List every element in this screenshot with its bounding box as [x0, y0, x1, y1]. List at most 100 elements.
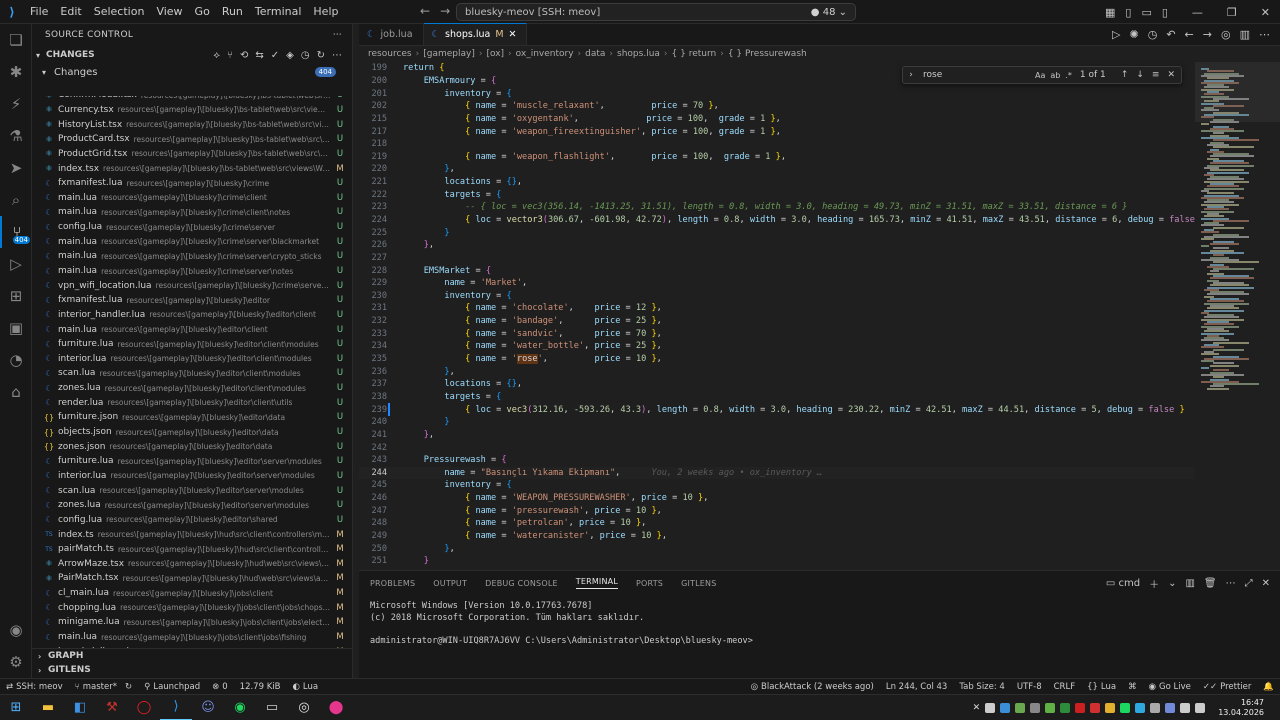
regex-icon[interactable]: .*: [1065, 71, 1072, 80]
panel-tab-debug-console[interactable]: DEBUG CONSOLE: [485, 579, 558, 588]
file-explorer-icon[interactable]: ▬: [32, 695, 64, 720]
file-row[interactable]: ☾ minigame.lua resources\[gameplay]\[blues…: [32, 615, 352, 630]
tray-cloud-icon[interactable]: [1150, 702, 1161, 713]
tab-job-lua[interactable]: ☾ job.lua: [359, 23, 424, 45]
tray-tool-icon[interactable]: ✕: [973, 703, 981, 713]
forward-arrow-icon[interactable]: →: [440, 4, 450, 18]
account-icon[interactable]: ◉: [0, 614, 32, 646]
compare-changes-icon[interactable]: ◎: [1221, 28, 1231, 41]
file-row[interactable]: TS pairMatch.ts resources\[gameplay]\[blue…: [32, 542, 352, 557]
file-row[interactable]: ⚛ index.tsx resources\[gameplay]\[bluesky]…: [32, 161, 352, 176]
file-row[interactable]: ☾ scan.lua resources\[gameplay]\[bluesky]\…: [32, 366, 352, 381]
extensions-spark-icon[interactable]: ✱: [0, 56, 32, 88]
tray-yellow-icon[interactable]: [1105, 702, 1116, 713]
file-row[interactable]: ☾ zones.lua resources\[gameplay]\[bluesky]…: [32, 381, 352, 396]
next-change-icon[interactable]: →: [1203, 28, 1212, 41]
file-row[interactable]: ⚛ ProductGrid.tsx resources\[gameplay]\[bl…: [32, 147, 352, 162]
remote-indicator[interactable]: ⇄ SSH: meov: [0, 681, 69, 692]
menu-selection[interactable]: Selection: [88, 5, 151, 18]
terminal-taskbar-icon[interactable]: ▭: [256, 695, 288, 720]
more-actions-icon[interactable]: ⋯: [1259, 28, 1270, 41]
more-icon[interactable]: ⋯: [332, 50, 342, 61]
breadcrumb-item[interactable]: [gameplay]: [423, 49, 475, 59]
launchpad-indicator[interactable]: ⚲ Launchpad: [138, 682, 206, 692]
menu-go[interactable]: Go: [189, 5, 216, 18]
breadcrumb-item[interactable]: ox_inventory: [516, 49, 574, 59]
eol[interactable]: CRLF: [1048, 682, 1081, 692]
explorer-icon[interactable]: ❏: [0, 24, 32, 56]
go-live[interactable]: ◉ Go Live: [1143, 682, 1197, 692]
file-row[interactable]: ☾ render.lua resources\[gameplay]\[bluesky…: [32, 395, 352, 410]
history-icon[interactable]: ◷: [301, 50, 310, 61]
tray-red2-icon[interactable]: [1090, 702, 1101, 713]
toggle-secondary-icon[interactable]: ▯: [1162, 6, 1168, 19]
graph-section-header[interactable]: › GRAPH: [32, 649, 352, 663]
find-in-selection-icon[interactable]: ≡: [1152, 70, 1160, 80]
file-row[interactable]: ⚛ ProductCard.tsx resources\[gameplay]\[bl…: [32, 132, 352, 147]
stash-icon[interactable]: ⟲: [240, 50, 248, 61]
breadcrumb-item[interactable]: [ox]: [486, 49, 504, 59]
tray-volume-icon[interactable]: [1195, 702, 1206, 713]
language-mode[interactable]: {} Lua: [1081, 682, 1122, 692]
minimap[interactable]: [1195, 62, 1280, 570]
breadcrumb-item[interactable]: resources: [368, 49, 412, 59]
match-case-icon[interactable]: Aa: [1035, 71, 1045, 80]
terminal-output[interactable]: Microsoft Windows [Version 10.0.17763.76…: [359, 595, 1280, 647]
layout-icon[interactable]: ▦: [1105, 6, 1115, 19]
graph-icon[interactable]: ⟡: [213, 50, 220, 61]
file-row[interactable]: ☾ interior.lua resources\[gameplay]\[blues…: [32, 469, 352, 484]
close-tab-icon[interactable]: ✕: [509, 29, 517, 40]
file-row[interactable]: {} furniture.json resources\[gameplay]\[bl…: [32, 410, 352, 425]
file-row[interactable]: ☾ fxmanifest.lua resources\[gameplay]\[blu…: [32, 176, 352, 191]
compare-icon[interactable]: ⇆: [255, 50, 263, 61]
commit-check-icon[interactable]: ✓: [271, 50, 279, 61]
refresh-icon[interactable]: ↻: [317, 50, 325, 61]
split-terminal-icon[interactable]: ▥: [1185, 578, 1194, 589]
spotify-icon[interactable]: ◉: [224, 695, 256, 720]
tab-size[interactable]: Tab Size: 4: [953, 682, 1011, 692]
breadcrumb-item[interactable]: shops.lua: [617, 49, 660, 59]
file-row[interactable]: ☾ scan.lua resources\[gameplay]\[bluesky]\…: [32, 483, 352, 498]
vscode-taskbar-icon[interactable]: ⟩: [160, 695, 192, 720]
tray-whatsapp-icon[interactable]: [1060, 702, 1071, 713]
split-editor-icon[interactable]: ▥: [1240, 28, 1250, 41]
panel-tab-gitlens[interactable]: GITLENS: [681, 579, 716, 588]
tray-network-icon[interactable]: [1000, 702, 1011, 713]
terminal-shell-label[interactable]: ▭ cmd: [1106, 578, 1140, 589]
timeline-icon[interactable]: ◷: [1148, 28, 1158, 41]
close-panel-icon[interactable]: ✕: [1262, 578, 1270, 589]
toggle-panel-icon[interactable]: ▭: [1141, 6, 1151, 19]
tray-red-icon[interactable]: [1075, 702, 1086, 713]
file-row[interactable]: ☾ main.lua resources\[gameplay]\[bluesky]\…: [32, 205, 352, 220]
source-control-icon[interactable]: ⑂ 404: [0, 216, 32, 248]
file-row[interactable]: ☾ main.lua resources\[gameplay]\[bluesky]\…: [32, 630, 352, 645]
file-row[interactable]: ☾ interior_handler.lua resources\[gameplay…: [32, 308, 352, 323]
copilot-badge[interactable]: ● 48 ⌄: [811, 7, 847, 18]
back-arrow-icon[interactable]: ←: [420, 4, 430, 18]
prev-change-icon[interactable]: ←: [1185, 28, 1194, 41]
file-row[interactable]: ☾ furniture.lua resources\[gameplay]\[blue…: [32, 454, 352, 469]
file-row[interactable]: ☾ zones.lua resources\[gameplay]\[bluesky]…: [32, 498, 352, 513]
notifications-bell-icon[interactable]: 🔔: [1257, 682, 1280, 692]
extension-status-icon[interactable]: ⌘: [1122, 682, 1143, 692]
system-clock[interactable]: 16:47 13.04.2026: [1218, 698, 1264, 718]
docker-icon[interactable]: ⌂: [0, 376, 32, 408]
branch-indicator[interactable]: ⑂ master* ↻: [69, 682, 138, 692]
opera-icon[interactable]: ◯: [128, 695, 160, 720]
run-icon[interactable]: ▷: [1112, 28, 1120, 41]
file-row[interactable]: ☾ config.lua resources\[gameplay]\[bluesky…: [32, 220, 352, 235]
find-input[interactable]: rose: [919, 68, 1031, 82]
file-row[interactable]: {} objects.json resources\[gameplay]\[blue…: [32, 425, 352, 440]
revert-icon[interactable]: ↶: [1166, 28, 1175, 41]
gitlens-icon[interactable]: ◔: [0, 344, 32, 376]
outlook-icon[interactable]: ◧: [64, 695, 96, 720]
app-tool-icon[interactable]: ⚒: [96, 695, 128, 720]
lua-indicator[interactable]: ◐ Lua: [286, 682, 324, 692]
minimap-viewport[interactable]: [1195, 62, 1280, 122]
menu-file[interactable]: File: [24, 5, 54, 18]
maximize-panel-icon[interactable]: ⤢: [1245, 578, 1253, 589]
branch-icon[interactable]: ⑂: [227, 50, 233, 61]
file-row[interactable]: ☾ main.lua resources\[gameplay]\[bluesky]\…: [32, 322, 352, 337]
changes-group[interactable]: ▾ Changes 404: [32, 64, 352, 80]
run-debug-icon[interactable]: ⚡: [0, 88, 32, 120]
